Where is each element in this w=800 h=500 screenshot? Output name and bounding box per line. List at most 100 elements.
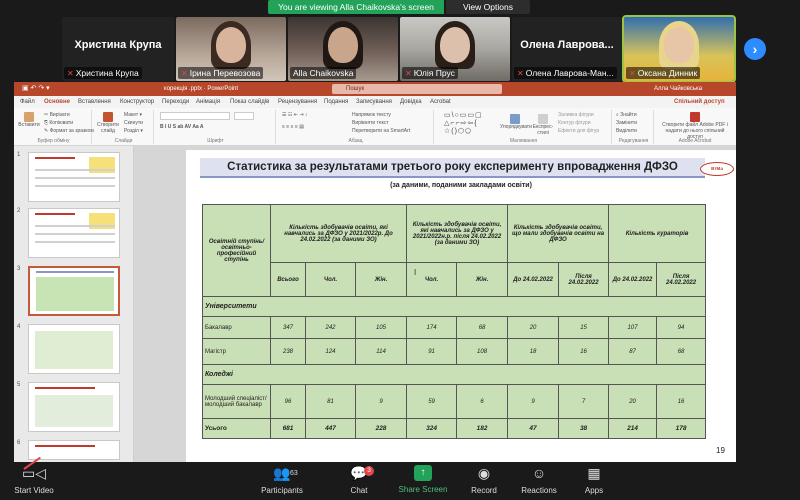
subheader-cell: Жін.: [456, 262, 509, 297]
align-text-button[interactable]: Вирівняти текст: [352, 120, 389, 126]
cell: 96: [270, 384, 306, 419]
paste-button[interactable]: Вставити: [18, 112, 40, 128]
new-slide-button[interactable]: Створити слайд: [96, 112, 120, 134]
cell: 347: [270, 316, 306, 339]
acrobat-group: Створити файл Adobe PDF і надати до ньог…: [656, 110, 734, 144]
tab-help[interactable]: Довідка: [400, 96, 422, 108]
align-buttons[interactable]: ≡ ≡ ≡ ≡ ▤: [282, 124, 304, 130]
section-button[interactable]: Розділ ▾: [124, 128, 143, 134]
slide-thumbnail[interactable]: [28, 208, 120, 258]
tab-animations[interactable]: Анімація: [196, 96, 220, 108]
find-button[interactable]: ⌕ Знайти: [616, 112, 637, 118]
font-format-buttons[interactable]: B I U S ab AV Aa A: [160, 124, 204, 130]
font-family-select[interactable]: [160, 112, 230, 120]
font-label: Шрифт: [207, 138, 224, 144]
start-video-button[interactable]: ▭◁ Start Video: [2, 456, 66, 498]
replace-button[interactable]: Замінити: [616, 120, 637, 126]
tab-transitions[interactable]: Переходи: [162, 96, 189, 108]
slide-thumbnail[interactable]: [28, 324, 120, 374]
next-page-arrow-icon[interactable]: ›: [744, 38, 766, 60]
participant-tile[interactable]: Христина Крупа ✕ Христина Крупа: [62, 17, 174, 81]
drawing-label: Малювання: [509, 138, 538, 144]
table-total-row: Усього 681 447 228 324 182 47 38 214 178: [202, 418, 707, 439]
quick-access-icons[interactable]: ▣ ↶ ↷ ▾: [22, 82, 50, 96]
cell: 68: [656, 338, 707, 365]
cell: 16: [656, 384, 707, 419]
participant-label: ✕ Олена Лаврова-Ман...: [514, 67, 617, 79]
participant-tile[interactable]: Alla Chaikovska: [288, 17, 398, 81]
apps-button[interactable]: ▦ Apps: [562, 464, 626, 498]
cell: 681: [270, 418, 306, 439]
layout-button[interactable]: Макет ▾: [124, 112, 142, 118]
participant-tile[interactable]: Олена Лаврова... ✕ Олена Лаврова-Ман...: [512, 17, 622, 81]
tab-review[interactable]: Рецензування: [278, 96, 317, 108]
cell: 81: [305, 384, 356, 419]
statistics-table: Освітній ступінь/освітньо-професійний ст…: [201, 204, 707, 439]
tab-slideshow[interactable]: Показ слайдів: [230, 96, 269, 108]
cell: 108: [456, 338, 509, 365]
share-screen-button[interactable]: ↑ Share Screen: [391, 464, 455, 498]
select-button[interactable]: Виділити: [616, 128, 637, 134]
tab-insert[interactable]: Вставлення: [78, 96, 111, 108]
text-cursor-icon: I: [414, 268, 417, 277]
participants-button[interactable]: 👥 63 Participants: [250, 464, 314, 498]
subheader-cell: Жін.: [354, 262, 408, 297]
participant-tile[interactable]: ✕ Юлія Прус: [400, 17, 510, 81]
current-slide[interactable]: Статистика за результатами третього року…: [186, 150, 736, 462]
tab-design[interactable]: Конструктор: [120, 96, 154, 108]
header-degree: Освітній ступінь/освітньо-професійний ст…: [202, 204, 271, 297]
participant-label: ✕ Ірина Перевозова: [178, 67, 264, 79]
cell: 107: [608, 316, 658, 339]
participant-count: 63: [290, 470, 298, 477]
copy-button[interactable]: ⎘ Копіювати: [44, 120, 73, 126]
reset-button[interactable]: Скинути: [124, 120, 143, 126]
thumb-number: 1: [17, 152, 21, 158]
slide-thumbnail[interactable]: [28, 382, 120, 432]
cell: 228: [354, 418, 408, 439]
arrange-button[interactable]: Упорядкувати: [500, 114, 532, 130]
slide-thumbnail[interactable]: [28, 152, 120, 202]
clipboard-group: Вставити ✂ Вирізати ⎘ Копіювати ✎ Формат…: [16, 110, 94, 144]
participant-face: [440, 27, 470, 63]
shape-fill-button[interactable]: Заливка фігури: [558, 112, 594, 118]
participant-tile[interactable]: ✕ Ірина Перевозова: [176, 17, 286, 81]
participant-face: [328, 27, 358, 63]
format-painter-button[interactable]: ✎ Формат за зразком: [44, 128, 94, 134]
shapes-gallery[interactable]: ▭\○▭▭▢ △⌐⌐⇨⇦{☆()⬡⬠: [444, 112, 496, 135]
slide-thumbnail[interactable]: [28, 440, 120, 460]
share-button[interactable]: Спільний доступ: [674, 96, 725, 108]
create-pdf-button[interactable]: Створити файл Adobe PDF і надати до ньог…: [658, 112, 732, 140]
tab-view[interactable]: Подання: [324, 96, 348, 108]
clipboard-label: Буфер обміну: [37, 138, 70, 144]
cell: 114: [354, 338, 408, 365]
ribbon: Вставити ✂ Вирізати ⎘ Копіювати ✎ Формат…: [14, 108, 736, 146]
tab-file[interactable]: Файл: [20, 96, 35, 108]
chat-button[interactable]: 💬 3 Chat: [327, 464, 391, 498]
view-options-button[interactable]: View Options: [446, 0, 530, 14]
muted-mic-icon: ✕: [405, 69, 412, 78]
shape-effects-button[interactable]: Ефекти для фігур: [558, 128, 599, 134]
zoom-top-banner: You are viewing Alla Chaikovska's screen…: [0, 0, 800, 14]
muted-mic-icon: ✕: [67, 69, 74, 78]
list-buttons[interactable]: ☰ ☷ ⇤ ⇥ ↕: [282, 112, 307, 118]
user-name[interactable]: Алла Чайковська: [654, 82, 702, 96]
shape-outline-button[interactable]: Контур фігури: [558, 120, 590, 126]
slide-thumbnail-selected[interactable]: [28, 266, 120, 316]
smartart-button[interactable]: Перетворити на SmartArt: [352, 128, 410, 134]
tab-acrobat[interactable]: Acrobat: [430, 96, 451, 108]
cut-button[interactable]: ✂ Вирізати: [44, 112, 70, 118]
participant-face: [664, 27, 694, 63]
share-screen-icon: ↑: [414, 465, 432, 481]
cell: 7: [558, 384, 610, 419]
cell: 18: [507, 338, 560, 365]
participant-tile-active-speaker[interactable]: ✕ Оксана Динник: [622, 15, 736, 83]
search-input[interactable]: Пошук: [332, 84, 502, 94]
tab-recording[interactable]: Записування: [356, 96, 392, 108]
thumb-number: 2: [17, 208, 21, 214]
quick-styles-button[interactable]: Експрес-стилі: [530, 114, 556, 136]
subheader-cell: До 24.02.2022: [507, 262, 560, 297]
cell: 6: [456, 384, 509, 419]
font-size-select[interactable]: [234, 112, 254, 120]
text-direction-button[interactable]: Напрямок тексту: [352, 112, 391, 118]
search-icon: ⌕: [616, 112, 619, 118]
